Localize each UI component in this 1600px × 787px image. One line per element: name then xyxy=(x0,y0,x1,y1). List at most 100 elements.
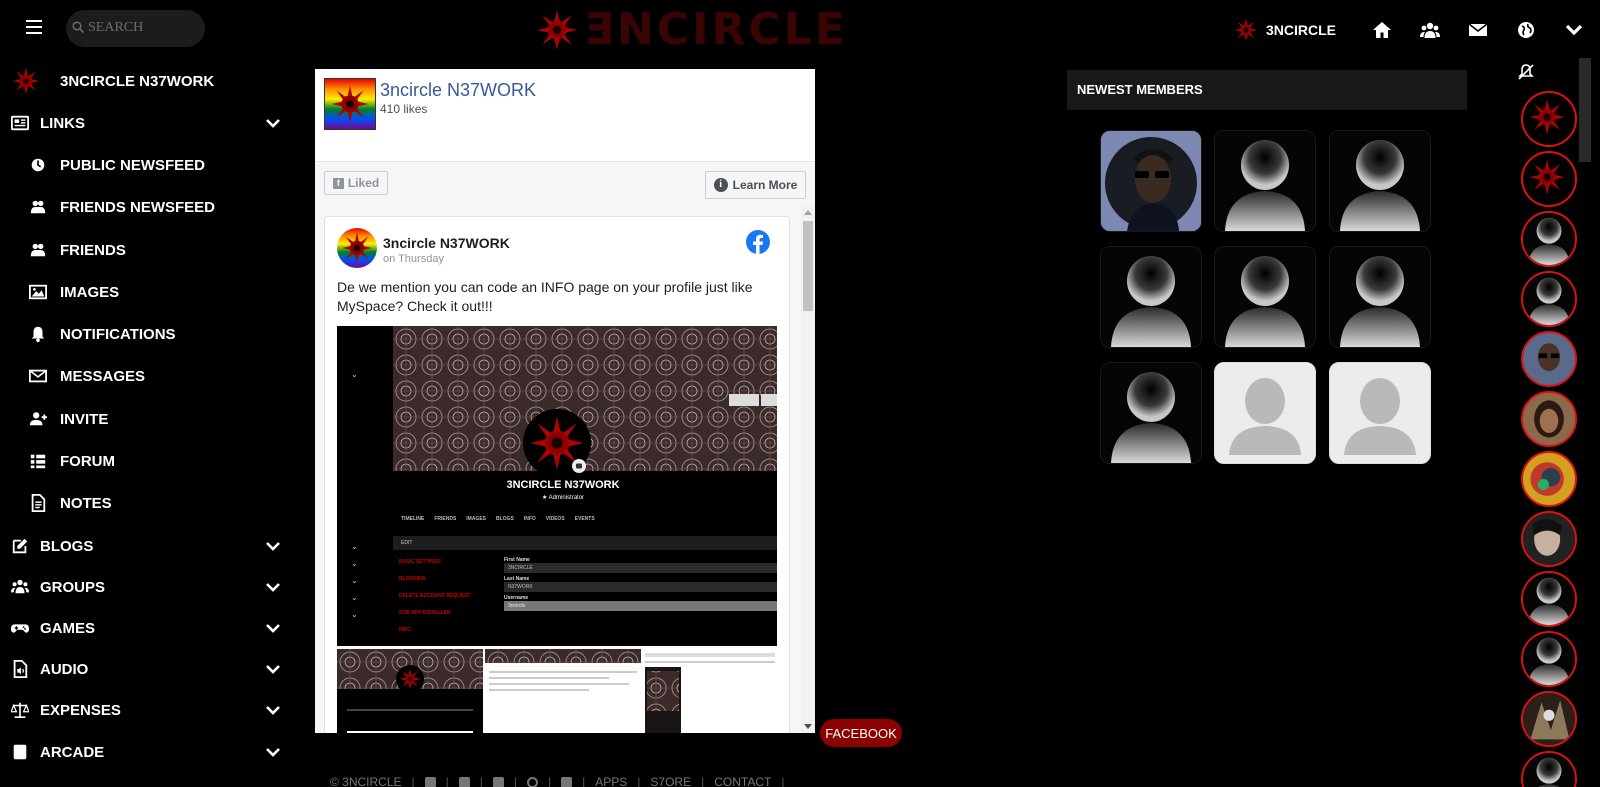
newspaper-icon xyxy=(10,113,30,133)
scroll-up-icon[interactable] xyxy=(804,210,812,215)
online-user-avatar[interactable] xyxy=(1521,91,1577,147)
chevron-down-icon[interactable] xyxy=(266,623,280,633)
profile-role: ★ Administrator xyxy=(541,495,585,501)
fb-post-text: De we mention you can code an INFO page … xyxy=(337,279,753,314)
sidebar-item-arcade[interactable]: ARCADE xyxy=(0,733,296,771)
fb-post-date[interactable]: on Thursday xyxy=(383,253,444,265)
sidebar-item-messages[interactable]: MESSAGES xyxy=(0,357,296,395)
search-box[interactable] xyxy=(66,10,205,47)
sidebar-item-invite[interactable]: INVITE xyxy=(0,400,296,438)
profile-menu-item: DELETE ACCOUNT REQUEST xyxy=(399,593,471,599)
fb-post-author[interactable]: 3ncircle N37WORK xyxy=(383,235,510,251)
chevron-down-icon[interactable] xyxy=(266,705,280,715)
fb-post-thumbnail[interactable] xyxy=(643,649,777,733)
fb-page-header: 3ncircle N37WORK 410 likes xyxy=(315,69,815,161)
sidebar-item-audio[interactable]: AUDIO xyxy=(0,650,296,688)
sidebar-item-blogs[interactable]: BLOGS xyxy=(0,527,296,565)
audio-file-icon xyxy=(10,659,30,679)
footer-link-apps[interactable]: APPS xyxy=(595,775,627,787)
youtube-icon[interactable] xyxy=(561,776,573,787)
chevron-down-icon[interactable] xyxy=(266,118,280,128)
fb-post-image[interactable]: 3NCIRCLE N37WORK ★ Administrator TIMELIN… xyxy=(337,326,777,646)
chevron-down-icon[interactable] xyxy=(266,747,280,757)
online-user-avatar[interactable] xyxy=(1521,151,1577,207)
site-logo[interactable]: ƎNCIRCLE xyxy=(536,5,848,55)
gamepad-icon xyxy=(10,618,30,638)
online-user-avatar[interactable] xyxy=(1521,271,1577,327)
search-input[interactable] xyxy=(88,18,198,38)
sidebar-item-links[interactable]: LINKS xyxy=(0,104,296,142)
sidebar-item-public-newsfeed[interactable]: PUBLIC NEWSFEED xyxy=(0,146,296,184)
globe-icon[interactable] xyxy=(1502,15,1550,45)
online-user-avatar[interactable] xyxy=(1521,391,1577,447)
sidebar-item-images[interactable]: IMAGES xyxy=(0,273,296,311)
member-avatar[interactable] xyxy=(1214,246,1316,348)
member-avatar[interactable] xyxy=(1214,362,1316,464)
online-user-avatar[interactable] xyxy=(1521,691,1577,747)
chevron-down-icon: ⌄ xyxy=(351,610,358,619)
chevron-down-icon: ⌄ xyxy=(351,576,358,585)
member-avatar[interactable] xyxy=(1214,130,1316,232)
fb-page-name-link[interactable]: 3ncircle N37WORK xyxy=(380,80,536,101)
scroll-down-icon[interactable] xyxy=(804,724,812,729)
liked-button[interactable]: f Liked xyxy=(324,171,388,195)
sidebar-item-expenses[interactable]: EXPENSES xyxy=(0,691,296,729)
sidebar-item-label: INVITE xyxy=(60,410,109,428)
tumblr-icon[interactable] xyxy=(492,776,504,787)
facebook-logo-icon[interactable] xyxy=(746,230,770,254)
bell-slash-icon[interactable] xyxy=(1516,62,1536,82)
sidebar-item-games[interactable]: GAMES xyxy=(0,609,296,647)
fb-post-thumbnail[interactable] xyxy=(337,649,483,733)
online-user-avatar[interactable] xyxy=(1521,631,1577,687)
menu-toggle-icon[interactable] xyxy=(26,20,42,34)
member-avatar[interactable] xyxy=(1329,362,1431,464)
google-icon[interactable] xyxy=(527,776,539,787)
sidebar-item-label: GAMES xyxy=(40,619,96,637)
sidebar-item-forum[interactable]: FORUM xyxy=(0,442,296,480)
twitter-icon[interactable] xyxy=(458,776,470,787)
sidebar-item-notifications[interactable]: NOTIFICATIONS xyxy=(0,315,296,353)
scrollbar-thumb[interactable] xyxy=(803,221,813,311)
chevron-down-icon[interactable] xyxy=(266,541,280,551)
user-brand-link[interactable]: 3NCIRCLE xyxy=(1234,18,1336,42)
fb-timeline[interactable]: 3ncircle N37WORK on Thursday De we menti… xyxy=(315,207,815,733)
newest-members-title: NEWEST MEMBERS xyxy=(1077,82,1203,97)
online-user-avatar[interactable] xyxy=(1521,751,1577,787)
fb-page-avatar[interactable] xyxy=(324,78,376,130)
member-avatar[interactable] xyxy=(1100,130,1202,232)
page-scrollbar-thumb[interactable] xyxy=(1579,58,1591,162)
member-avatar[interactable] xyxy=(1100,362,1202,464)
chevron-down-icon: ⌄ xyxy=(351,559,358,568)
chevron-down-icon[interactable] xyxy=(1550,15,1598,45)
fb-post-thumbnail[interactable] xyxy=(485,649,641,733)
online-user-avatar[interactable] xyxy=(1521,571,1577,627)
home-icon[interactable] xyxy=(1358,15,1406,45)
page-scrollbar[interactable] xyxy=(1579,58,1600,787)
footer-link-store[interactable]: S7ORE xyxy=(650,775,691,787)
mail-icon[interactable] xyxy=(1454,15,1502,45)
users-icon xyxy=(28,240,48,260)
learn-more-button[interactable]: i Learn More xyxy=(705,171,806,199)
chevron-down-icon[interactable] xyxy=(266,582,280,592)
fb-feed-scrollbar[interactable] xyxy=(801,207,815,733)
facebook-tag-button[interactable]: FACEBOOK xyxy=(820,719,902,747)
footer-link-contact[interactable]: CONTACT xyxy=(714,775,771,787)
sidebar-item-notes[interactable]: NOTES xyxy=(0,484,296,522)
sidebar-site-link[interactable]: 3NCIRCLE N37WORK xyxy=(0,62,296,100)
online-user-avatar[interactable] xyxy=(1521,451,1577,507)
sidebar-item-friends-newsfeed[interactable]: FRIENDS NEWSFEED xyxy=(0,188,296,226)
sidebar-item-friends[interactable]: FRIENDS xyxy=(0,231,296,269)
profile-settings-menu: BASIC SETTINGS BLOCKING DELETE ACCOUNT R… xyxy=(399,554,470,639)
member-avatar[interactable] xyxy=(1329,130,1431,232)
online-user-avatar[interactable] xyxy=(1521,331,1577,387)
online-user-avatar[interactable] xyxy=(1521,211,1577,267)
groups-icon[interactable] xyxy=(1406,15,1454,45)
member-avatar[interactable] xyxy=(1100,246,1202,348)
sidebar-item-label: FORUM xyxy=(60,452,115,470)
chevron-down-icon[interactable] xyxy=(266,664,280,674)
member-avatar[interactable] xyxy=(1329,246,1431,348)
facebook-icon[interactable] xyxy=(424,776,436,787)
online-user-avatar[interactable] xyxy=(1521,511,1577,567)
sidebar-item-groups[interactable]: GROUPS xyxy=(0,568,296,606)
fb-post-author-avatar[interactable] xyxy=(337,228,377,268)
